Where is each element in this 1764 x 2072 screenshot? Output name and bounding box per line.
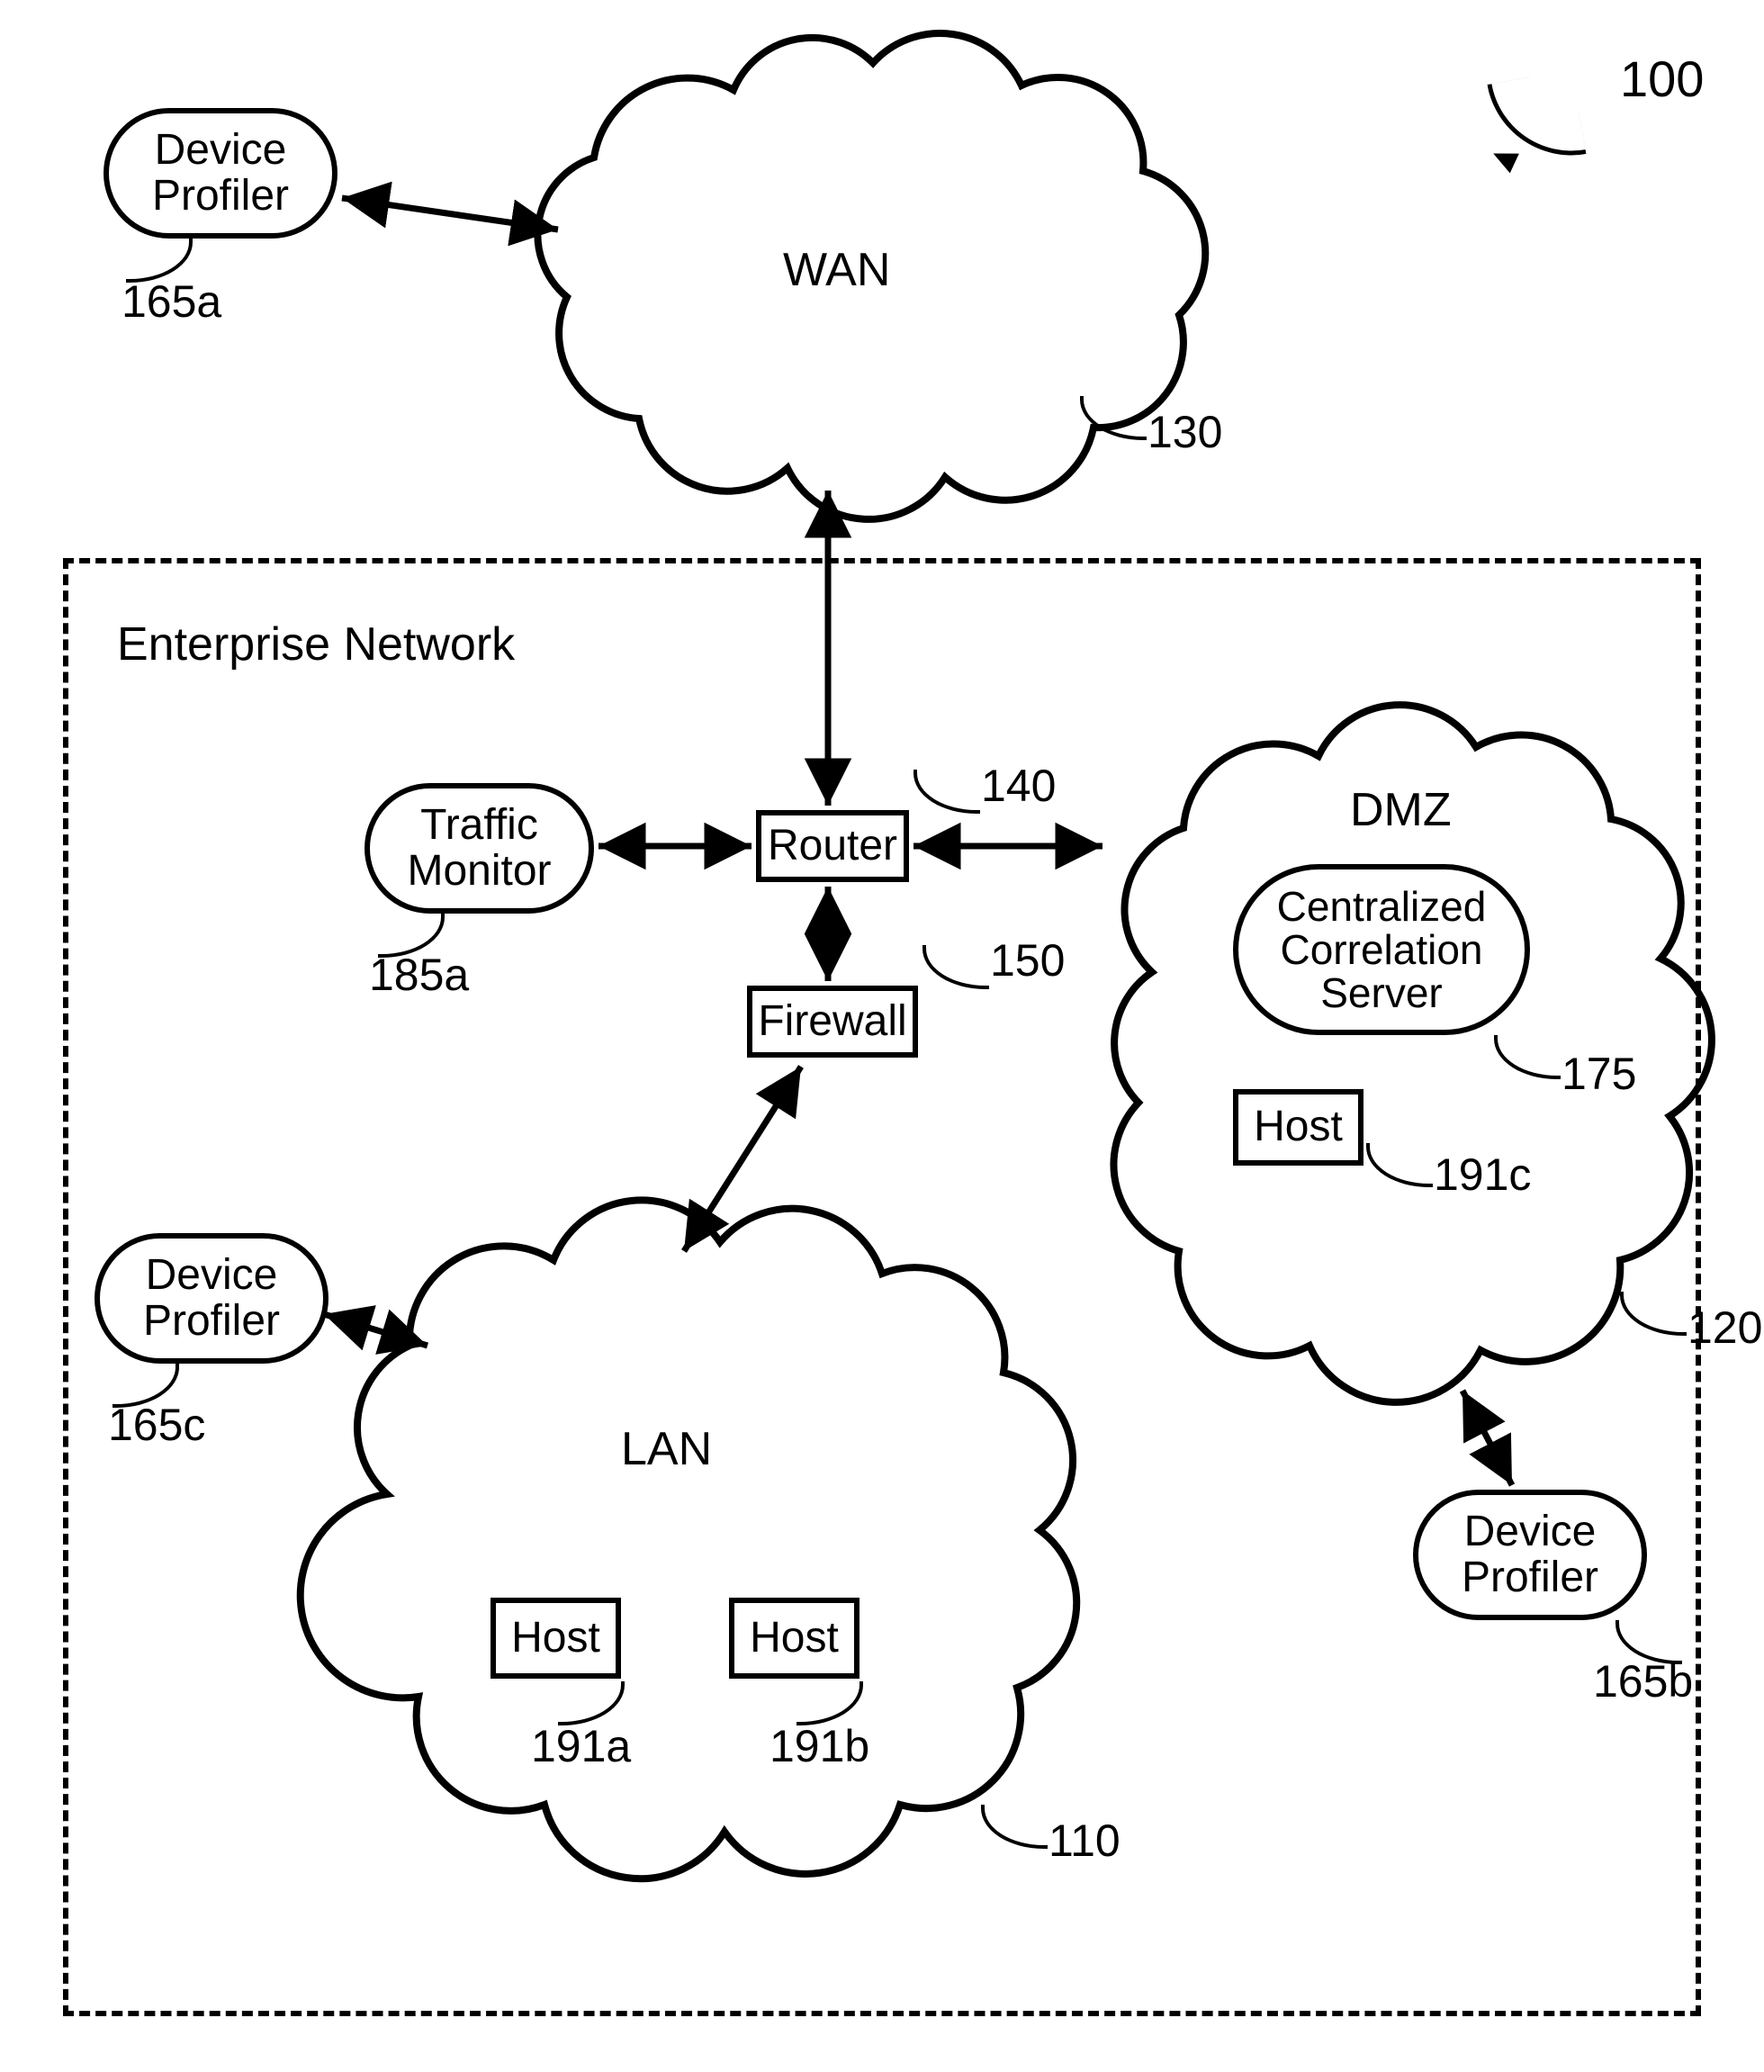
ref-191c: 191c [1434, 1152, 1531, 1197]
host-191c-label: Host [1254, 1104, 1343, 1149]
centralized-correlation-server: Centralized Correlation Server [1233, 864, 1530, 1035]
host-191a-label: Host [511, 1616, 600, 1661]
host-191c: Host [1233, 1089, 1364, 1166]
traffic-monitor: Traffic Monitor [364, 783, 594, 914]
router: Router [756, 810, 909, 882]
ref-175: 175 [1562, 1051, 1636, 1096]
ref-191a: 191a [531, 1724, 631, 1769]
host-191b: Host [729, 1598, 860, 1679]
device-profiler-165a: Device Profiler [104, 108, 338, 239]
ref-130: 130 [1148, 410, 1222, 455]
device-profiler-165a-label: Device Profiler [152, 128, 289, 219]
ref-165a: 165a [122, 279, 221, 324]
device-profiler-165c: Device Profiler [94, 1233, 328, 1364]
device-profiler-165b-label: Device Profiler [1462, 1509, 1598, 1600]
ref-165b: 165b [1593, 1659, 1693, 1704]
host-191a: Host [490, 1598, 621, 1679]
firewall: Firewall [747, 986, 918, 1058]
ref-110: 110 [1048, 1818, 1120, 1863]
device-profiler-165b: Device Profiler [1413, 1490, 1647, 1620]
enterprise-title: Enterprise Network [117, 621, 515, 668]
ref-191b: 191b [770, 1724, 869, 1769]
wan-cloud-label: WAN [783, 243, 890, 297]
firewall-label: Firewall [758, 999, 906, 1044]
ref-185a: 185a [369, 952, 469, 997]
dmz-cloud-label: DMZ [1350, 783, 1452, 837]
host-191b-label: Host [750, 1616, 839, 1661]
ccs-label: Centralized Correlation Server [1277, 885, 1487, 1015]
ref-140: 140 [981, 763, 1056, 808]
ref-165c: 165c [108, 1402, 205, 1447]
router-label: Router [768, 824, 897, 869]
device-profiler-165c-label: Device Profiler [143, 1253, 280, 1344]
link-profiler-a-wan [342, 198, 558, 230]
traffic-monitor-label: Traffic Monitor [407, 803, 551, 894]
figure-stage: 100 [0, 0, 1764, 2072]
ref-120: 120 [1688, 1305, 1762, 1350]
lan-cloud-label: LAN [621, 1422, 712, 1476]
ref-150: 150 [990, 938, 1065, 983]
